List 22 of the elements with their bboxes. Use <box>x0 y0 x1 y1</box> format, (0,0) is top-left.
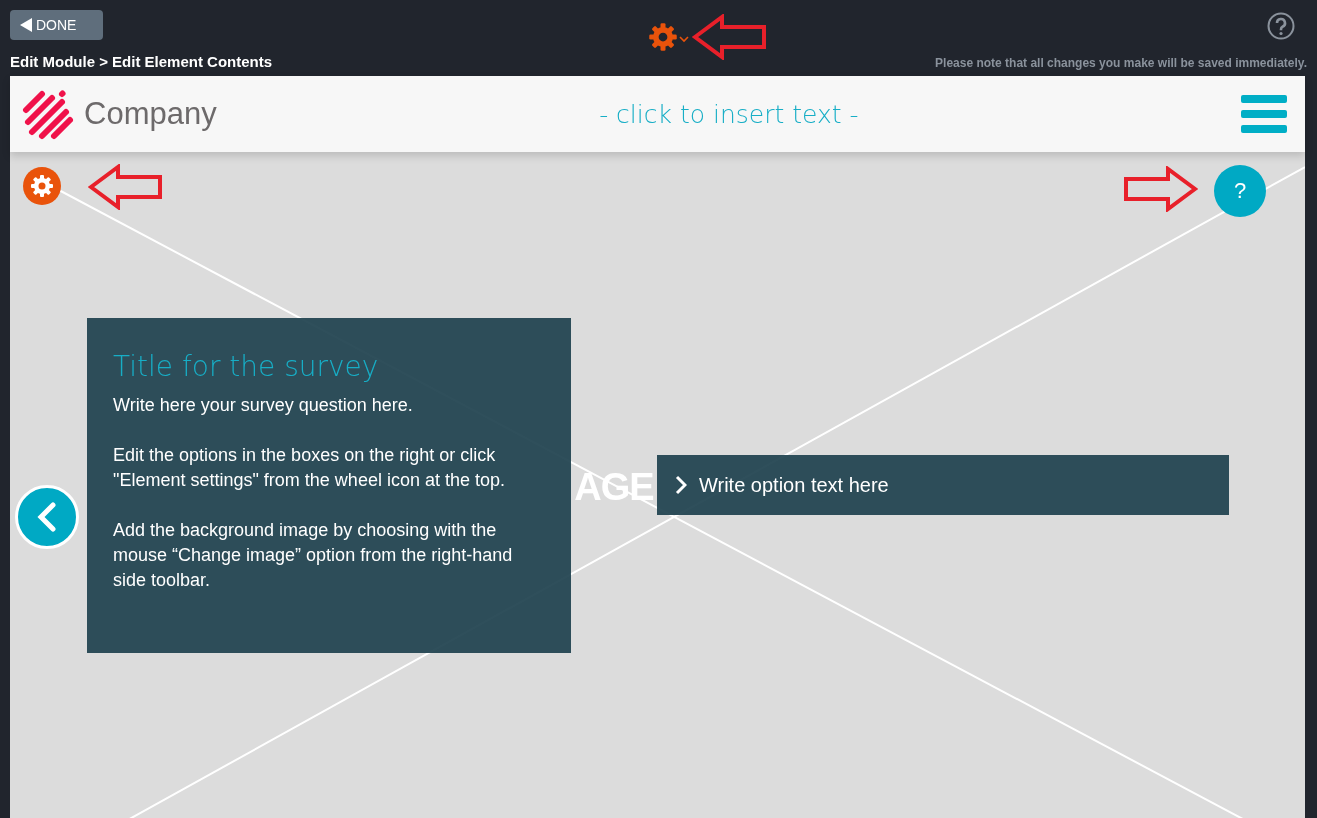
survey-title: Title for the survey <box>113 349 380 383</box>
back-triangle-icon <box>20 18 32 32</box>
survey-paragraph: Edit the options in the boxes on the right or click "Element settings" from the wheel icon at the top. <box>113 443 506 492</box>
annotation-arrow-icon <box>88 164 164 210</box>
settings-icon <box>30 174 54 198</box>
help-button[interactable]: ? <box>1214 165 1266 217</box>
caret-icon[interactable] <box>678 35 690 43</box>
help-icon[interactable] <box>1267 12 1295 40</box>
annotation-arrow-icon <box>1122 166 1198 212</box>
save-notice: Please note that all changes you make will be saved immediately. <box>935 56 1307 70</box>
annotation-arrow-icon <box>692 14 768 60</box>
company-name: Company <box>84 96 217 132</box>
survey-option[interactable]: Write option text here <box>657 455 1229 515</box>
survey-paragraph: Write here your survey question here. <box>113 393 414 417</box>
survey-paragraph: Add the background image by choosing with the mouse “Change image” option from the right-hand side toolbar. <box>113 518 514 592</box>
chevron-left-icon <box>37 502 57 532</box>
menu-icon[interactable] <box>1241 95 1287 133</box>
breadcrumb: Edit Module > Edit Element Contents <box>10 53 273 70</box>
settings-icon <box>648 22 678 52</box>
settings-button[interactable] <box>23 167 61 205</box>
done-button[interactable]: DONE <box>10 10 103 40</box>
chevron-right-icon <box>675 475 687 495</box>
